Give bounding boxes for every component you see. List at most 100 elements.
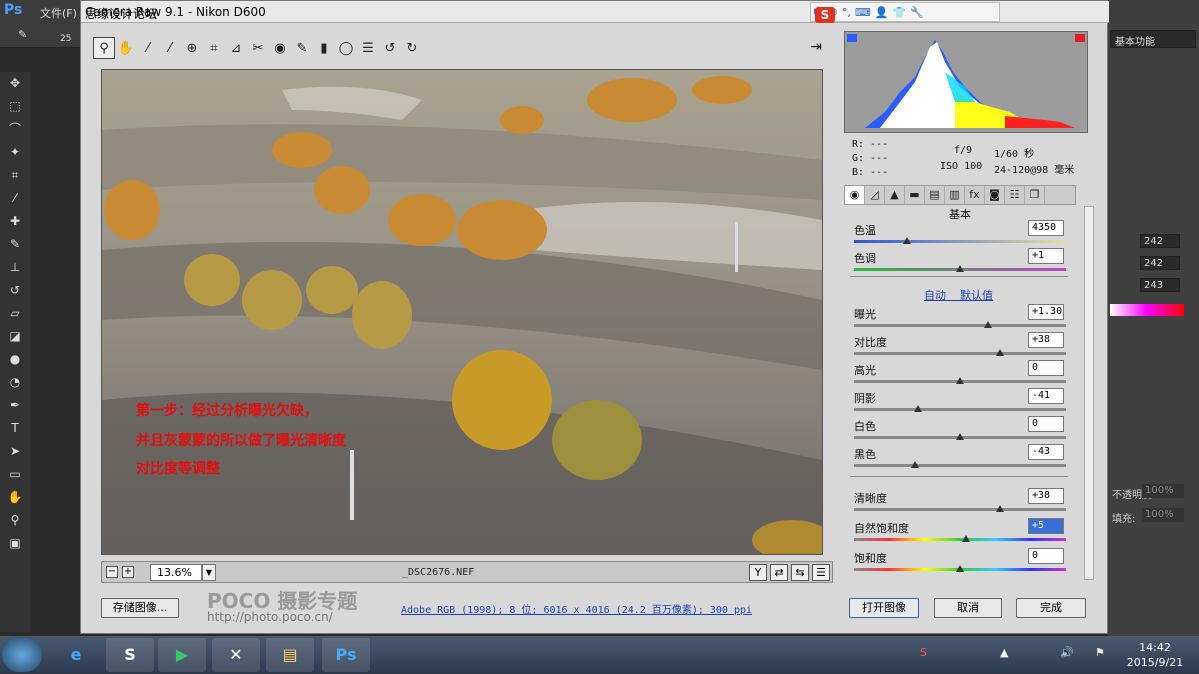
- slider-knob[interactable]: [913, 405, 922, 412]
- save-image-button[interactable]: 存储图像...: [101, 598, 179, 618]
- slider-knob[interactable]: [956, 433, 964, 440]
- slider-value-input[interactable]: 4350: [1028, 220, 1064, 236]
- marquee-tool-icon[interactable]: ⬚: [0, 95, 30, 118]
- crop-tool-icon[interactable]: ⌗: [0, 164, 30, 187]
- slider-track[interactable]: [854, 408, 1066, 411]
- paint-bucket-icon[interactable]: ◪: [0, 325, 30, 348]
- slider-knob[interactable]: [911, 461, 920, 468]
- preferences-icon[interactable]: ☰: [357, 38, 379, 60]
- type-tool-icon[interactable]: T: [0, 417, 30, 440]
- slider-track[interactable]: [854, 508, 1066, 511]
- swap-icon[interactable]: ⇄: [770, 564, 788, 581]
- color-sampler-icon[interactable]: ⁄: [159, 38, 181, 60]
- tray-network-icon[interactable]: ▲: [1000, 646, 1008, 659]
- white-balance-icon[interactable]: ⁄: [137, 38, 159, 60]
- lasso-tool-icon[interactable]: ⌒: [0, 118, 30, 141]
- eyedropper-icon[interactable]: ⁄: [0, 187, 30, 210]
- path-select-icon[interactable]: ➤: [0, 440, 30, 463]
- zoom-icon[interactable]: ⚲: [93, 37, 115, 59]
- sogou-logo[interactable]: S: [815, 7, 835, 23]
- auto-link[interactable]: 自动: [924, 289, 946, 302]
- hand-tool-icon[interactable]: ✋: [0, 486, 30, 509]
- zoom-in-button[interactable]: +: [122, 566, 134, 578]
- taskbar-clock[interactable]: 14:42 2015/9/21: [1120, 640, 1190, 670]
- brush-icon[interactable]: ✎: [18, 28, 27, 41]
- tray-flag-icon[interactable]: ⚑: [1095, 646, 1105, 659]
- basic-tab-icon[interactable]: ◉: [845, 186, 865, 204]
- rgb-g-value[interactable]: 242: [1140, 256, 1180, 270]
- healing-brush-icon[interactable]: ✚: [0, 210, 30, 233]
- slider-knob[interactable]: [956, 565, 964, 572]
- slider-knob[interactable]: [903, 237, 911, 244]
- cancel-button[interactable]: 取消: [934, 598, 1002, 618]
- zoom-level[interactable]: 13.6%: [150, 564, 202, 581]
- slider-knob[interactable]: [962, 535, 971, 542]
- ime-punct-icon[interactable]: °,: [842, 6, 851, 19]
- effects-tab-icon[interactable]: fx: [965, 186, 985, 204]
- tray-sogou-icon[interactable]: S: [920, 646, 927, 659]
- ie-icon[interactable]: e: [52, 638, 100, 672]
- zoom-dropdown-icon[interactable]: ▼: [202, 564, 216, 581]
- detail-tab-icon[interactable]: ▲: [885, 186, 905, 204]
- shape-tool-icon[interactable]: ▭: [0, 463, 30, 486]
- eraser-tool-icon[interactable]: ▱: [0, 302, 30, 325]
- brush-tool-icon[interactable]: ✎: [0, 233, 30, 256]
- ime-skin-icon[interactable]: 👕: [892, 6, 906, 19]
- slider-track[interactable]: [854, 352, 1066, 355]
- compare-y-icon[interactable]: Y: [749, 564, 767, 581]
- ime-settings-icon[interactable]: 🔧: [910, 6, 924, 19]
- slider-value-input[interactable]: 0: [1028, 360, 1064, 376]
- view-settings-icon[interactable]: ☰: [812, 564, 830, 581]
- slider-value-input[interactable]: +5: [1028, 518, 1064, 534]
- ime-toolbar[interactable]: S 中 ☽ °, ⌨ 👤 👕 🔧: [810, 2, 1000, 23]
- slider-track[interactable]: [854, 538, 1066, 541]
- rotate-ccw-icon[interactable]: ↺: [379, 38, 401, 60]
- hand-icon[interactable]: ✋: [115, 38, 137, 60]
- fullscreen-toggle-icon[interactable]: ⇥: [806, 39, 826, 59]
- rotate-cw-icon[interactable]: ↻: [401, 38, 423, 60]
- color-ramp[interactable]: [1110, 304, 1184, 316]
- snapshots-tab-icon[interactable]: ❐: [1025, 186, 1045, 204]
- slider-value-input[interactable]: +1: [1028, 248, 1064, 264]
- photoshop-taskbar-icon[interactable]: Ps: [322, 638, 370, 672]
- slider-knob[interactable]: [983, 321, 992, 328]
- slider-knob[interactable]: [956, 265, 964, 272]
- slider-value-input[interactable]: 0: [1028, 416, 1064, 432]
- tray-volume-icon[interactable]: 🔊: [1060, 646, 1074, 659]
- history-brush-icon[interactable]: ↺: [0, 279, 30, 302]
- explorer-icon[interactable]: ▤: [266, 638, 314, 672]
- pen-tool-icon[interactable]: ✒: [0, 394, 30, 417]
- lens-corrections-tab-icon[interactable]: ▥: [945, 186, 965, 204]
- slider-value-input[interactable]: +1.30: [1028, 304, 1064, 320]
- default-link[interactable]: 默认值: [960, 289, 993, 302]
- photo-preview[interactable]: 第一步：经过分析曝光欠缺， 并且灰蒙蒙的所以做了曝光清晰度 对比度等调整: [101, 69, 823, 555]
- color-swatch-icon[interactable]: ▣: [0, 532, 30, 555]
- presets-tab-icon[interactable]: ☷: [1005, 186, 1025, 204]
- redeye-icon[interactable]: ◉: [269, 38, 291, 60]
- slider-track[interactable]: [854, 464, 1066, 467]
- rgb-b-value[interactable]: 243: [1140, 278, 1180, 292]
- zoom-tool-icon[interactable]: ⚲: [0, 509, 30, 532]
- slider-value-input[interactable]: -41: [1028, 388, 1064, 404]
- radial-filter-icon[interactable]: ◯: [335, 38, 357, 60]
- fill-value[interactable]: 100%: [1142, 508, 1184, 522]
- slider-value-input[interactable]: -43: [1028, 444, 1064, 460]
- zoom-out-button[interactable]: −: [106, 566, 118, 578]
- ime-user-icon[interactable]: 👤: [875, 6, 889, 19]
- workflow-options-link[interactable]: Adobe RGB (1998); 8 位; 6016 x 4016 (24.2…: [401, 601, 752, 616]
- slider-value-input[interactable]: +38: [1028, 332, 1064, 348]
- blur-tool-icon[interactable]: ●: [0, 348, 30, 371]
- stamp-tool-icon[interactable]: ⊥: [0, 256, 30, 279]
- rgb-r-value[interactable]: 242: [1140, 234, 1180, 248]
- sogou-browser-icon[interactable]: S: [106, 638, 154, 672]
- start-button[interactable]: [2, 638, 42, 672]
- ime-keyboard-icon[interactable]: ⌨: [855, 6, 871, 19]
- menu-file[interactable]: 文件(F): [40, 5, 77, 21]
- brush-size[interactable]: 25: [60, 34, 71, 44]
- app-x-icon[interactable]: ✕: [212, 638, 260, 672]
- opacity-value[interactable]: 100%: [1142, 484, 1184, 498]
- slider-track[interactable]: [854, 240, 1066, 243]
- done-button[interactable]: 完成: [1016, 598, 1086, 618]
- slider-track[interactable]: [854, 324, 1066, 327]
- copy-settings-icon[interactable]: ⇆: [791, 564, 809, 581]
